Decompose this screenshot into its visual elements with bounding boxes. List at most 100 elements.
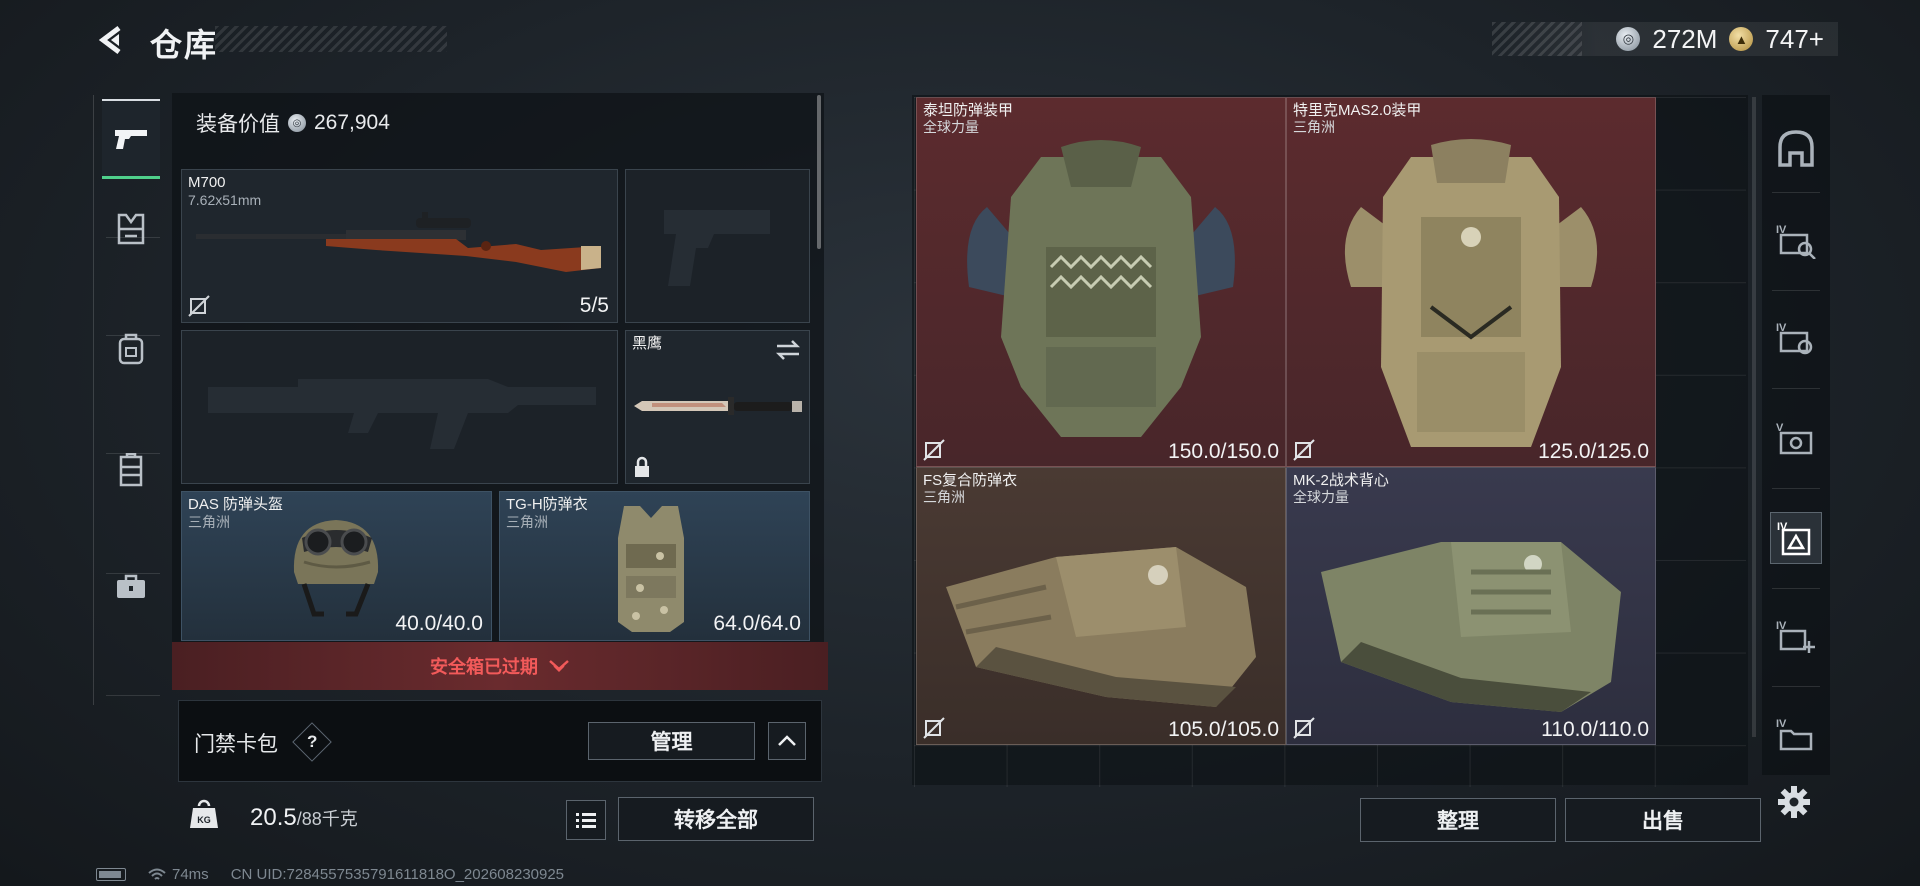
collapse-button[interactable] [768,722,806,760]
tier4-armor-filter-icon: IV [1777,521,1811,556]
not-insured-icon [1293,439,1315,461]
stash-item-fs-composite-armor[interactable]: FS复合防弹衣 三角洲 105.0/105.0 [916,467,1286,745]
gold-currency-value[interactable]: 747+ [1765,24,1824,55]
briefcase-icon [117,574,145,598]
weapon-name: M700 [188,174,226,191]
chevron-down-icon [549,660,569,673]
filter-tier4-armor-active[interactable]: IV [1770,512,1822,564]
silver-coin-icon: ◎ [1616,27,1641,51]
pistol-silhouette-icon [664,210,770,286]
sort-button[interactable]: 整理 [1360,798,1556,842]
gold-coin-icon: ▲ [1729,27,1754,51]
currency-bar: ◎ 272M ▲ 747+ [1492,22,1838,56]
item-name: FS复合防弹衣 [923,472,1018,489]
manage-button[interactable]: 管理 [588,722,755,760]
equipment-value-amount: 267,904 [314,111,390,134]
carry-weight: 20.5/88千克 [250,804,358,832]
item-name: MK-2战术背心 [1293,472,1389,489]
rail-item-armor[interactable] [102,189,160,269]
item-durability: 105.0/105.0 [1168,718,1279,741]
rail-item-backpack[interactable] [102,309,160,389]
helmet-image [293,520,379,617]
not-insured-icon [923,439,945,461]
helmet-name: DAS 防弹头盔 [188,496,284,513]
rail-item-weapons[interactable] [102,99,160,179]
rail-item-vest[interactable] [102,430,160,510]
equipment-scrollbar[interactable] [817,95,821,249]
swap-icon[interactable] [775,339,801,361]
filter-tier4-a[interactable]: IV [1770,214,1822,266]
rail-divider [1772,290,1820,291]
rail-item-case[interactable] [102,547,160,627]
currency-decoration [1492,22,1582,56]
vest-icon [119,453,143,487]
category-rail [93,95,169,705]
fs-composite-armor-image [946,547,1256,708]
body-armor-image [618,506,684,632]
list-view-button[interactable] [566,800,606,840]
backpack-icon [118,333,144,365]
user-uid: CN UID:7284557535791611818O_202608230925 [230,866,565,883]
stash-item-mk2-tactical-vest[interactable]: MK-2战术背心 全球力量 110.0/110.0 [1286,467,1656,745]
melee-name: 黑鹰 [632,335,663,352]
carry-weight-max: /88千克 [296,809,358,829]
transfer-all-button[interactable]: 转移全部 [618,797,814,841]
filter-tier4-add[interactable]: IV [1770,610,1822,662]
helmet-source: 三角洲 [188,514,230,530]
not-insured-icon [1293,717,1315,739]
filter-tier5[interactable]: V [1770,412,1822,464]
helmet-slot[interactable]: DAS 防弹头盔 三角洲 40.0/40.0 [181,491,492,641]
not-insured-icon [188,295,210,317]
secondary-weapon-slot[interactable] [181,330,618,484]
weapon-ammo: 5/5 [579,294,609,317]
armor-icon [117,213,145,245]
safebox-expired-banner[interactable]: 安全箱已过期 [172,642,828,690]
stash-item-titan-armor[interactable]: 泰坦防弹装甲 全球力量 150.0/150.0 [916,97,1286,467]
svg-text:IV: IV [1776,718,1787,730]
equipment-value: 装备价值 ◎ 267,904 [196,108,390,138]
tier4-folder-filter-icon: IV [1776,718,1813,751]
item-name: 特里克MAS2.0装甲 [1293,102,1422,119]
pistol-slot[interactable] [625,169,810,323]
stash-item-trek-mas-armor[interactable]: 特里克MAS2.0装甲 三角洲 125.0/125.0 [1286,97,1656,467]
filter-tier4-b[interactable]: IV [1770,312,1822,364]
primary-weapon-slot[interactable]: M700 7.62x51mm 5/5 [181,169,618,323]
not-insured-icon [923,717,945,739]
chevron-up-icon [778,735,796,746]
body-armor-name: TG-H防弹衣 [506,496,588,513]
list-icon [576,813,596,828]
back-button[interactable] [92,20,132,60]
tier4-filter-icon: IV [1776,322,1813,355]
safebox-status-text: 安全箱已过期 [430,657,538,677]
stash-scrollbar[interactable] [1752,97,1756,737]
silver-coin-icon: ◎ [288,114,306,132]
rail-divider [1772,488,1820,489]
tier4-add-filter-icon: IV [1776,620,1815,653]
body-armor-slot[interactable]: TG-H防弹衣 三角洲 64.0/64.0 [499,491,810,641]
page-title: 仓库 [150,27,219,63]
trek-mas-armor-image [1344,138,1598,447]
body-armor-durability: 64.0/64.0 [713,612,801,635]
item-durability: 110.0/110.0 [1541,718,1649,741]
silver-currency-value: 272M [1652,23,1718,54]
item-source: 三角洲 [923,489,965,505]
melee-slot[interactable]: 黑鹰 [625,330,810,484]
back-arrow-icon [98,26,121,54]
filter-helmet[interactable] [1770,122,1822,174]
filter-tier4-folder[interactable]: IV [1770,708,1822,760]
pistol-icon [115,129,147,149]
settings-button[interactable] [1772,780,1816,824]
svg-text:KG: KG [197,815,211,825]
rifle-silhouette-icon [208,379,596,449]
rail-divider [1772,588,1820,589]
weight-kg-icon: KG [186,796,222,832]
status-footer: 74ms CN UID:7284557535791611818O_2026082… [96,866,564,883]
ping-value: 74ms [172,866,209,883]
title-decoration [215,26,447,52]
helmet-filter-icon [1778,130,1814,167]
rail-divider [1772,686,1820,687]
rail-divider [1772,388,1820,389]
tier5-filter-icon: V [1776,422,1813,455]
body-armor-source: 三角洲 [506,514,548,530]
sell-button[interactable]: 出售 [1565,798,1761,842]
